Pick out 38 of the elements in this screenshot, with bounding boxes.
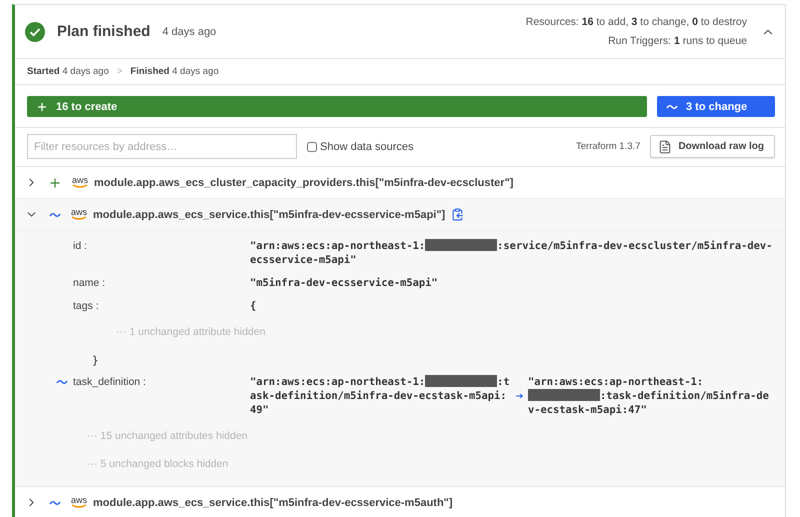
brace-text: } xyxy=(91,353,100,369)
filter-field[interactable]: Filter resources by address… xyxy=(27,134,297,159)
attribute-value: "arn:aws:ecs:ap-northeast-1: :service/m5infra-dev-ecscluster/m5infra-dev-ecsservice-m5api" xyxy=(250,239,774,267)
resource-address[interactable]: module.app.aws_ecs_cluster_capacity_providers.this["m5infra-dev-ecscluster"] xyxy=(94,176,514,188)
attribute-value: "m5infra-dev-ecsservice-m5api" xyxy=(250,276,439,290)
summary-text: Resources: 16 to add, 3 to change, 0 to destroy xyxy=(526,16,747,28)
brace-text: { xyxy=(250,299,258,313)
tilde-icon xyxy=(56,379,68,385)
copy-icon[interactable] xyxy=(451,208,464,221)
separator-icon: > xyxy=(116,66,122,77)
attribute-value: "arn:aws:ecs:ap-northeast-1: :task-definition/m5infra-dev-ecstask-m5api:47" xyxy=(528,375,770,417)
resource-address[interactable]: module.app.aws_ecs_service.this["m5infra-dev-ecsservice-m5api"] xyxy=(93,208,446,220)
version-text: Terraform 1.3.7 xyxy=(576,141,640,152)
provider-logo: aws xyxy=(72,176,88,189)
attribute-value: "arn:aws:ecs:ap-northeast-1: :task-definition/m5infra-dev-ecstask-m5api:49" xyxy=(250,375,511,417)
arrow-icon xyxy=(516,393,524,399)
document-icon xyxy=(658,140,672,154)
plus-icon xyxy=(48,176,62,190)
checkbox[interactable] xyxy=(307,142,317,152)
check-circle-icon xyxy=(25,22,45,42)
provider-logo: aws xyxy=(71,208,88,221)
plan-status: Plan finished xyxy=(57,23,150,40)
timeline-step: Started 4 days ago xyxy=(27,66,109,77)
attribute-name: tags : xyxy=(73,299,100,312)
plan-time: 4 days ago xyxy=(162,26,216,38)
tilde-icon xyxy=(49,500,61,506)
download-button[interactable]: Download raw log xyxy=(650,135,775,158)
attribute-name: task_definition : xyxy=(73,375,147,388)
change-summary-bar[interactable]: 3 to change xyxy=(657,96,775,117)
attribute-name: name : xyxy=(73,276,106,289)
attribute-name: id : xyxy=(73,239,88,252)
provider-logo: aws xyxy=(71,496,88,509)
create-summary-bar[interactable]: 16 to create xyxy=(27,96,647,117)
resource-address[interactable]: module.app.aws_ecs_service.this["m5infra-dev-ecsservice-m5auth"] xyxy=(93,496,453,508)
tilde-icon xyxy=(49,212,61,218)
checkbox-label: Show data sources xyxy=(320,140,414,152)
timeline-step: Finished 4 days ago xyxy=(130,66,219,77)
summary-text: Run Triggers: 1 runs to queue xyxy=(608,35,747,47)
